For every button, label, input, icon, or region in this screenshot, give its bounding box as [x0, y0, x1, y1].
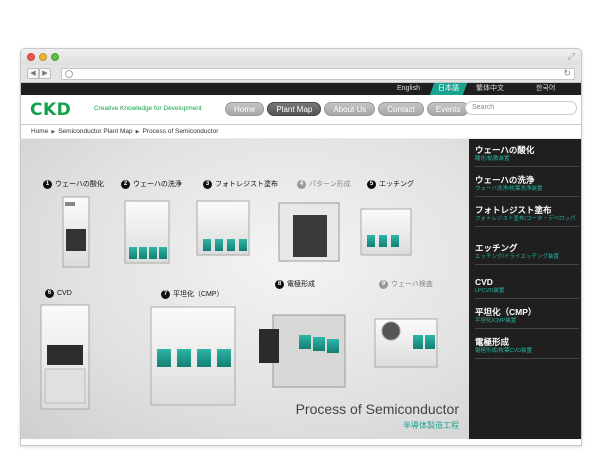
main-nav: Home Plant Map About Us Contact Events: [225, 102, 470, 116]
step-text: CVD: [57, 290, 72, 297]
reload-icon[interactable]: ↻: [563, 68, 571, 79]
nav-home[interactable]: Home: [225, 102, 265, 116]
step-number: 8: [275, 279, 284, 289]
language-bar: English 日本語 繁体中文 한국어: [21, 83, 581, 95]
close-window-button[interactable]: [27, 53, 35, 61]
plant-map-scene: 1 ウェーハの酸化 2 ウェーハの洗浄 3 フォトレジスト塗布 4 パターン形成 5 エッ…: [21, 139, 469, 439]
step-text: ウェーハの酸化: [55, 181, 104, 188]
browser-window: ⤢ ◀ ▶ ↻ English 日本語 繁体中文 한국어 CKD Creativ…: [20, 48, 582, 446]
step-text: 電極形成: [287, 281, 315, 288]
fullscreen-icon[interactable]: ⤢: [568, 51, 575, 62]
globe-icon: [65, 70, 73, 78]
sidebar-item-cvd[interactable]: CVD LPCVD装置: [475, 277, 579, 299]
nav-plant-map[interactable]: Plant Map: [267, 102, 322, 116]
sidebar-item-title: CVD: [475, 277, 493, 287]
electrode-machine[interactable]: [259, 314, 346, 388]
sidebar-item-title: 電極形成: [475, 337, 510, 347]
cmp-machine[interactable]: [150, 306, 236, 406]
sidebar-item-link[interactable]: エッチング/ドライエッチング装置: [475, 254, 579, 261]
search-input[interactable]: Search: [465, 101, 577, 115]
lang-english[interactable]: English: [397, 83, 420, 95]
tagline: Creative Knowledge for Development: [94, 105, 202, 112]
step-label-oxidation[interactable]: 1 ウェーハの酸化: [43, 179, 104, 189]
lang-japanese[interactable]: 日本語: [429, 83, 468, 95]
zoom-window-button[interactable]: [51, 53, 59, 61]
step-text: フォトレジスト塗布: [215, 181, 278, 188]
nav-contact[interactable]: Contact: [378, 102, 424, 116]
inspection-machine[interactable]: [374, 318, 438, 368]
step-number: 4: [297, 179, 306, 189]
sidebar-item-link[interactable]: フォトレジスト塗布/コータ・デベロッパ: [475, 216, 579, 223]
breadcrumb-home[interactable]: Home: [31, 128, 48, 135]
scene-title: Process of Semiconductor: [295, 401, 459, 417]
sidebar-item-title: フォトレジスト塗布: [475, 205, 552, 215]
sidebar-item-electrode[interactable]: 電極形成 電極形成/枚葉CVD装置: [475, 337, 579, 359]
step-label-cvd[interactable]: 6 CVD: [45, 289, 72, 298]
step-label-inspection[interactable]: 9 ウェーハ検査: [379, 279, 433, 289]
step-label-cleaning[interactable]: 2 ウェーハの洗浄: [121, 179, 182, 189]
cleaning-machine[interactable]: [124, 200, 170, 264]
cvd-machine[interactable]: [40, 304, 90, 410]
sidebar-item-cleaning[interactable]: ウェーハの洗浄 ウェーハ洗浄/枚葉洗浄装置: [475, 175, 579, 197]
ckd-logo[interactable]: CKD: [30, 100, 71, 120]
photoresist-machine[interactable]: [196, 200, 250, 256]
nav-about-us[interactable]: About Us: [324, 102, 376, 116]
sidebar-item-title: エッチング: [475, 243, 518, 253]
breadcrumb-current: Process of Semiconductor: [142, 128, 219, 135]
step-label-etching[interactable]: 5 エッチング: [367, 179, 414, 189]
step-text: ウェーハの洗浄: [133, 181, 182, 188]
breadcrumb-plant-map[interactable]: Semiconductor Plant Map: [58, 128, 132, 135]
lang-traditional-chinese[interactable]: 繁体中文: [476, 83, 504, 95]
step-number: 9: [379, 279, 388, 289]
sidebar-item-photoresist[interactable]: フォトレジスト塗布 フォトレジスト塗布/コータ・デベロッパ: [475, 205, 579, 227]
forward-button[interactable]: ▶: [39, 68, 51, 79]
sidebar-item-link[interactable]: 電極形成/枚葉CVD装置: [475, 348, 579, 355]
title-bar: ⤢: [21, 49, 581, 65]
address-bar: ◀ ▶ ↻: [21, 65, 581, 83]
step-text: パターン形成: [309, 181, 351, 188]
url-field[interactable]: ↻: [61, 68, 575, 80]
sidebar-item-link[interactable]: 平坦化/CMP装置: [475, 318, 579, 325]
sidebar-item-etching[interactable]: エッチング エッチング/ドライエッチング装置: [475, 243, 579, 265]
etching-machine[interactable]: [360, 208, 412, 256]
main-content: 1 ウェーハの酸化 2 ウェーハの洗浄 3 フォトレジスト塗布 4 パターン形成 5 エッ…: [21, 139, 581, 439]
sidebar-item-title: ウェーハの洗浄: [475, 175, 535, 185]
lang-japanese-label: 日本語: [438, 85, 459, 92]
back-button[interactable]: ◀: [27, 68, 39, 79]
sidebar-item-link[interactable]: LPCVD装置: [475, 288, 579, 295]
sidebar-item-link[interactable]: ウェーハ洗浄/枚葉洗浄装置: [475, 186, 579, 193]
sidebar-item-title: 平坦化（CMP）: [475, 307, 537, 317]
step-label-pattern[interactable]: 4 パターン形成: [297, 179, 351, 189]
step-number: 1: [43, 179, 52, 189]
oxidation-machine[interactable]: [62, 196, 90, 268]
pattern-machine[interactable]: [278, 202, 340, 262]
sidebar-item-link[interactable]: 酸化/拡散装置: [475, 156, 579, 163]
site-header: CKD Creative Knowledge for Development H…: [21, 95, 581, 125]
minimize-window-button[interactable]: [39, 53, 47, 61]
sidebar-item-cmp[interactable]: 平坦化（CMP） 平坦化/CMP装置: [475, 307, 579, 329]
step-number: 7: [161, 289, 170, 299]
nav-events[interactable]: Events: [426, 102, 470, 116]
step-text: 平坦化（CMP）: [173, 291, 224, 298]
scene-subtitle: 半導体製造工程: [403, 421, 459, 430]
sidebar-item-oxidation[interactable]: ウェーハの酸化 酸化/拡散装置: [475, 145, 579, 167]
step-number: 3: [203, 179, 212, 189]
sidebar-item-title: ウェーハの酸化: [475, 145, 535, 155]
step-label-cmp[interactable]: 7 平坦化（CMP）: [161, 289, 224, 299]
breadcrumb: Home ▶ Semiconductor Plant Map ▶ Process of …: [21, 125, 581, 139]
chevron-right-icon: ▶: [135, 129, 140, 135]
step-text: エッチング: [379, 181, 414, 188]
lang-korean[interactable]: 한국어: [536, 83, 555, 95]
step-label-photoresist[interactable]: 3 フォトレジスト塗布: [203, 179, 278, 189]
step-text: ウェーハ検査: [391, 281, 433, 288]
step-number: 2: [121, 179, 130, 189]
process-sidebar: ウェーハの酸化 酸化/拡散装置 ウェーハの洗浄 ウェーハ洗浄/枚葉洗浄装置 フォトレ…: [469, 139, 581, 439]
step-label-electrode[interactable]: 8 電極形成: [275, 279, 315, 289]
step-number: 5: [367, 179, 376, 189]
step-number: 6: [45, 289, 54, 298]
chevron-right-icon: ▶: [51, 129, 56, 135]
